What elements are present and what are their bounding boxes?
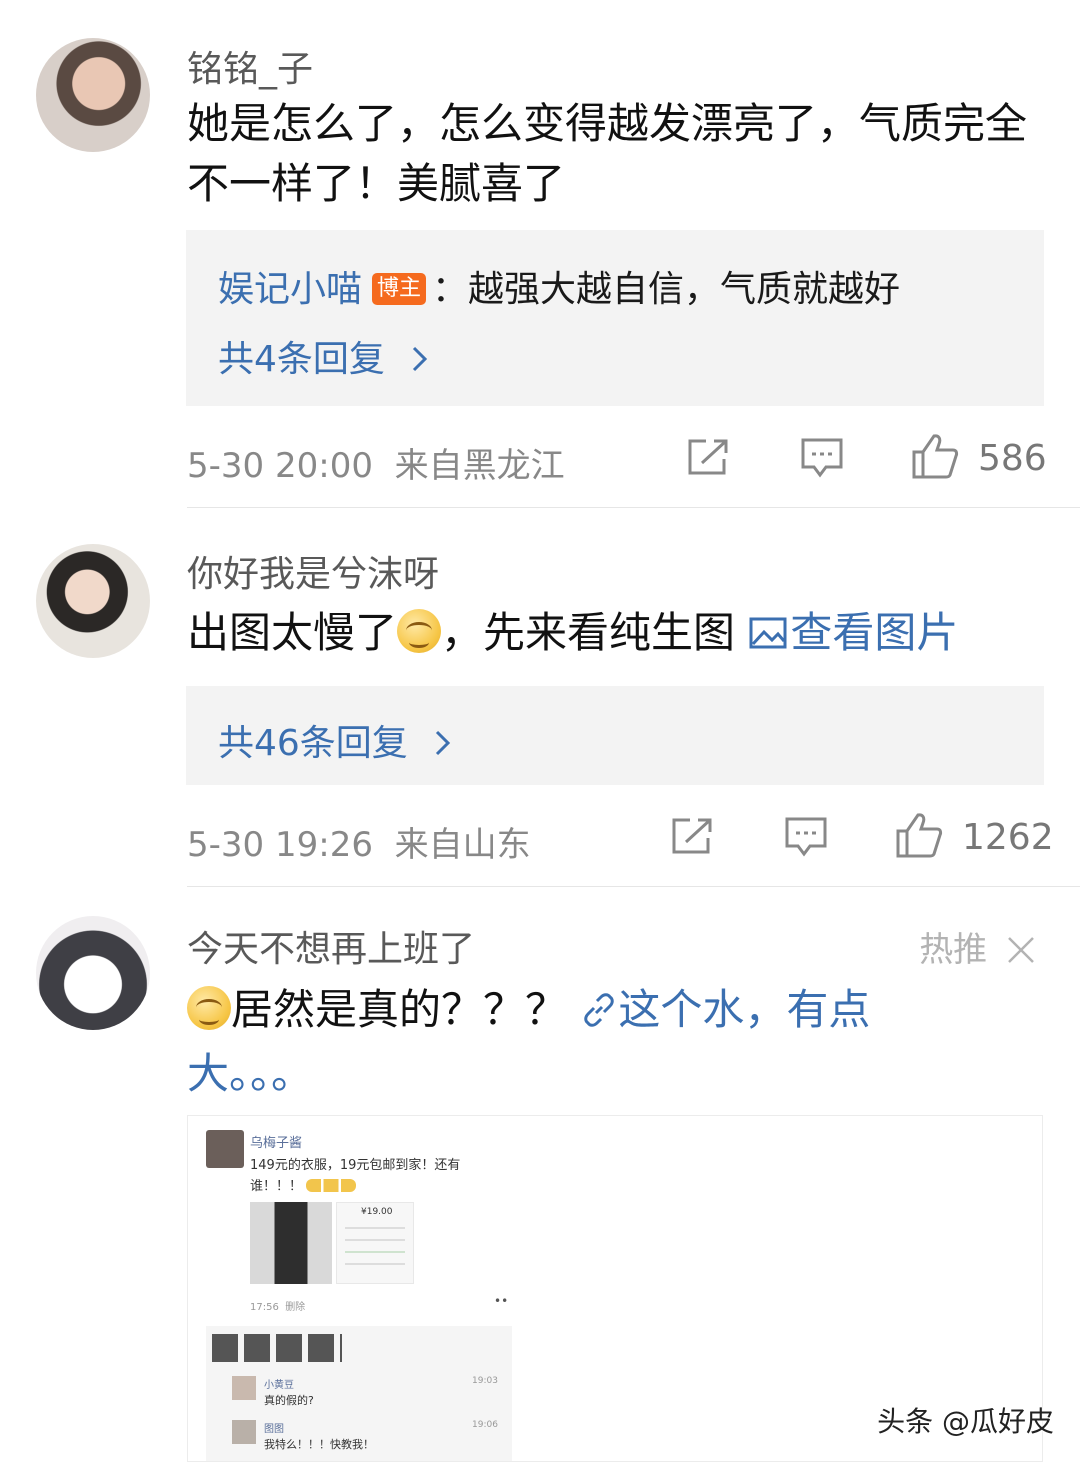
- like-count: 1262: [962, 817, 1054, 858]
- divider: [187, 507, 1080, 508]
- grin-emoji-icon: [397, 609, 442, 653]
- close-icon[interactable]: [1006, 935, 1036, 965]
- location: 来自黑龙江: [394, 446, 565, 486]
- embedded-avatar: [206, 1130, 244, 1168]
- chevron-right-icon: [413, 346, 428, 372]
- like-icon[interactable]: [894, 811, 944, 859]
- hot-label: 热推: [919, 922, 1036, 971]
- author-badge: 博主: [372, 273, 427, 305]
- avatar[interactable]: [36, 38, 150, 152]
- username[interactable]: 今天不想再上班了: [187, 920, 475, 972]
- reply-avatar: [232, 1376, 256, 1400]
- reply-author[interactable]: 娱记小喵: [218, 269, 362, 310]
- comment-text: 居然是真的？？？ 这个水，有点 大。。。: [187, 985, 871, 1098]
- comment-icon[interactable]: [800, 437, 844, 479]
- avatar[interactable]: [36, 544, 150, 658]
- reply-box[interactable]: 共46条回复: [186, 686, 1044, 785]
- reply-preview: 娱记小喵 博主 ：越强大越自信，气质就越好: [218, 260, 900, 312]
- embedded-reply-area: 小黄豆 真的假的? 19:03 图图 我特么！！！快教我！ 19:06: [206, 1326, 512, 1461]
- chevron-right-icon: [436, 730, 451, 756]
- embedded-text-line2: 谁！！！: [250, 1175, 357, 1194]
- view-image-link[interactable]: 查看图片: [748, 608, 958, 657]
- grin-emoji-icon: [187, 986, 231, 1030]
- comment-text: 出图太慢了 ，先来看纯生图 查看图片: [187, 608, 959, 657]
- divider: [187, 886, 1080, 887]
- comment-meta: 5-30 20:00 来自黑龙江: [187, 438, 565, 487]
- timestamp: 5-30 19:26: [187, 825, 373, 865]
- comment-text: 她是怎么了，怎么变得越发漂亮了，气质完全不一样了！美腻喜了: [187, 99, 1028, 208]
- image-icon: [749, 617, 787, 649]
- share-icon[interactable]: [670, 816, 714, 856]
- username[interactable]: 铭铭_子: [187, 40, 313, 92]
- link-icon: [584, 993, 615, 1027]
- comment-meta: 5-30 19:26 来自山东: [187, 817, 531, 866]
- avatar[interactable]: [36, 916, 150, 1030]
- embedded-more-icon: ••: [494, 1294, 509, 1308]
- username[interactable]: 你好我是兮沫呀: [187, 545, 439, 597]
- reply-count-link[interactable]: 共46条回复: [218, 714, 455, 766]
- reply-count-link[interactable]: 共4条回复: [218, 330, 432, 382]
- timestamp: 5-30 20:00: [187, 446, 373, 486]
- like-icon[interactable]: [910, 432, 960, 480]
- embedded-text-line1: 149元的衣服，19元包邮到家！还有: [250, 1158, 461, 1173]
- reply-box[interactable]: 娱记小喵 博主 ：越强大越自信，气质就越好 共4条回复: [186, 230, 1044, 406]
- location: 来自山东: [394, 825, 531, 865]
- comment-icon[interactable]: [784, 816, 828, 858]
- watermark: 头条 @瓜好皮: [877, 1405, 1054, 1438]
- embedded-order-card: ¥19.00: [336, 1202, 414, 1284]
- embedded-photo: [250, 1202, 332, 1284]
- reply-avatar: [232, 1420, 256, 1444]
- like-count: 586: [978, 438, 1047, 479]
- embedded-author: 乌梅子酱: [250, 1136, 303, 1151]
- reply-text: ：越强大越自信，气质就越好: [432, 269, 901, 310]
- liker-avatars: [212, 1334, 342, 1362]
- embedded-time: 17:56 删除: [250, 1302, 306, 1313]
- share-icon[interactable]: [686, 437, 730, 477]
